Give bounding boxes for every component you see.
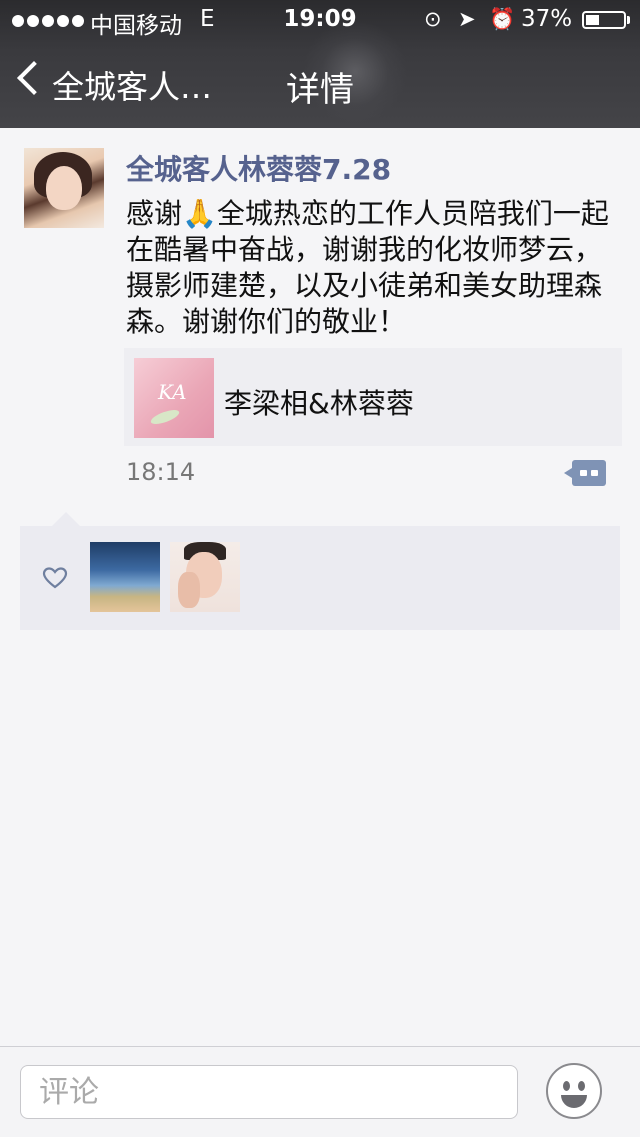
thumbnail-leaf (149, 407, 181, 427)
comment-bar (0, 1046, 640, 1137)
liker-hand (178, 572, 200, 608)
heart-icon (42, 567, 68, 589)
battery-tip (627, 16, 630, 24)
nav-bar: 全城客人… 详情 (0, 40, 640, 128)
liker-avatar[interactable] (170, 542, 240, 612)
likes-panel (20, 512, 620, 630)
comment-action-button[interactable] (564, 460, 606, 486)
battery-icon (582, 11, 626, 29)
link-thumbnail: KA (134, 358, 214, 438)
post-time: 18:14 (126, 458, 196, 486)
smiley-eye (563, 1081, 570, 1091)
link-title: 李梁相&林蓉蓉 (224, 387, 414, 420)
top-bar: 中国移动 E 19:09 ⊙ ➤ ⏰ 37% 全城客人… 详情 (0, 0, 640, 128)
comment-input[interactable] (20, 1065, 518, 1119)
comment-dot (591, 470, 598, 476)
location-arrow-icon: ➤ (458, 7, 476, 31)
thumbnail-logo-text: KA (158, 380, 187, 404)
avatar-face (46, 166, 82, 210)
alarm-icon: ⏰ (489, 7, 516, 31)
smiley-icon[interactable] (546, 1063, 602, 1119)
author-avatar[interactable] (24, 148, 104, 228)
page-title: 详情 (286, 70, 354, 110)
author-name[interactable]: 全城客人林蓉蓉7.28 (126, 148, 391, 188)
smiley-eye (578, 1081, 585, 1091)
shared-link-card[interactable]: KA 李梁相&林蓉蓉 (124, 348, 622, 446)
battery-percent: 37% (521, 6, 573, 32)
rotation-lock-icon: ⊙ (424, 7, 442, 31)
status-bar: 中国移动 E 19:09 ⊙ ➤ ⏰ 37% (0, 0, 640, 40)
comment-dot (580, 470, 587, 476)
smiley-mouth (561, 1095, 587, 1108)
liker-avatar[interactable] (90, 542, 160, 612)
post-text: 感谢🙏全城热恋的工作人员陪我们一起在酷暑中奋战，谢谢我的化妆师梦云，摄影师建楚，… (126, 197, 609, 338)
